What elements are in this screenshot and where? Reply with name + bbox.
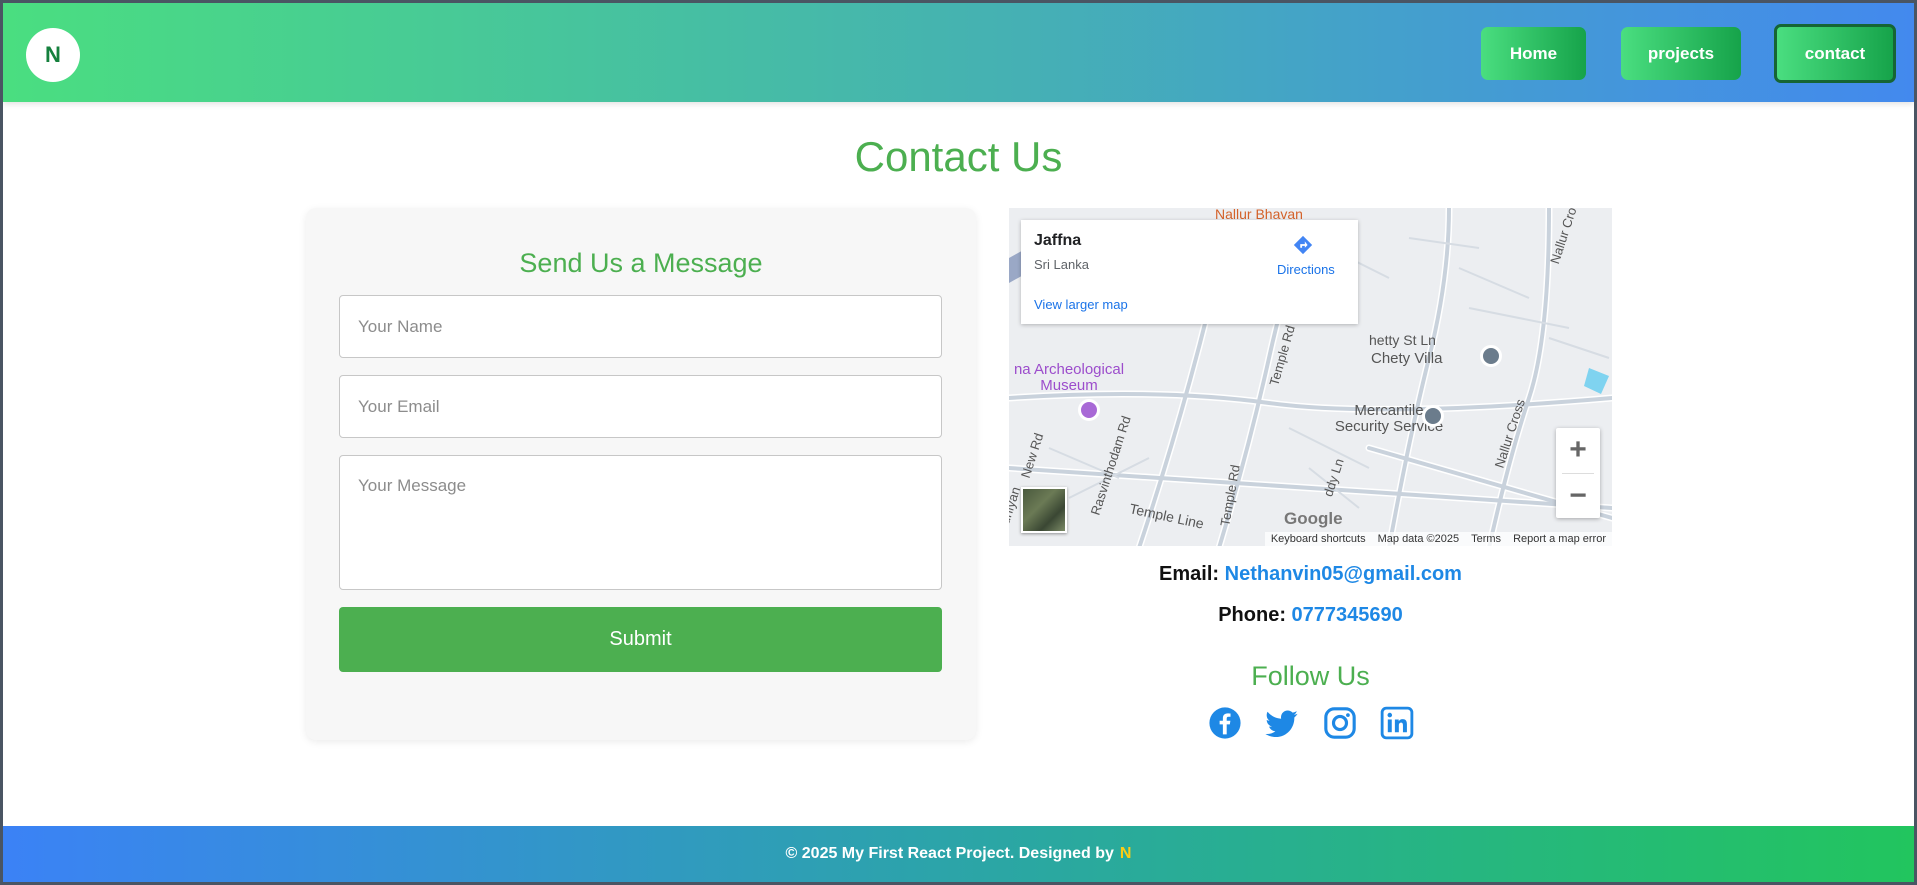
instagram-icon[interactable] [1323,706,1357,740]
email-link[interactable]: Nethanvin05@gmail.com [1225,563,1462,585]
zoom-out-button[interactable]: − [1556,474,1600,518]
phone-line: Phone: 0777345690 [1009,604,1612,627]
footer-text: © 2025 My First React Project. Designed … [785,845,1114,862]
map-attribution-bar: Keyboard shortcuts Map data ©2025 Terms … [1264,532,1612,546]
facebook-icon[interactable] [1208,706,1242,740]
nav-projects-button[interactable]: projects [1621,27,1741,80]
nav-home-button[interactable]: Home [1481,27,1586,80]
map-data-text: Map data ©2025 [1377,533,1460,545]
page-title: Contact Us [854,133,1063,180]
phone-link[interactable]: 0777345690 [1292,604,1403,626]
zoom-in-button[interactable]: + [1556,428,1600,472]
google-logo: Google [1284,509,1343,528]
linkedin-icon[interactable] [1380,706,1414,740]
page-footer: © 2025 My First React Project. Designed … [3,826,1914,882]
footer-brand: N [1119,845,1132,862]
google-map-embed[interactable]: Nallur Bhavan hetty St Ln Chety Villa na… [1009,208,1612,546]
report-map-error-link[interactable]: Report a map error [1513,533,1606,545]
nav-contact-button[interactable]: contact [1774,24,1896,83]
form-title: Send Us a Message [519,248,763,278]
directions-icon[interactable] [1292,234,1314,256]
map-label-chetty-st: hetty St Ln [1369,332,1436,348]
map-zoom-controls: + − [1556,428,1600,518]
twitter-icon[interactable] [1265,706,1299,740]
map-label-museum: na Archeological Museum [1013,361,1125,394]
satellite-toggle[interactable] [1021,487,1067,533]
contact-form-card: Send Us a Message Submit [306,208,976,740]
terms-link[interactable]: Terms [1471,533,1501,545]
map-info-card: Jaffna Sri Lanka View larger map Directi… [1021,220,1358,324]
place-pin-icon[interactable] [1480,345,1502,367]
page-frame: N Home projects contact Contact Us Send … [3,3,1914,882]
logo[interactable]: N [26,28,80,82]
email-input[interactable] [339,375,942,438]
follow-us-title: Follow Us [1251,661,1370,691]
name-input[interactable] [339,295,942,358]
map-country: Sri Lanka [1034,257,1089,272]
map-label-chety-villa: Chety Villa [1371,350,1443,367]
submit-button[interactable]: Submit [339,607,942,672]
navbar: N Home projects contact [3,3,1914,102]
directions-link[interactable]: Directions [1277,262,1335,277]
place-pin-icon[interactable] [1422,405,1444,427]
email-label: Email: [1159,563,1220,585]
message-textarea[interactable] [339,455,942,590]
map-city: Jaffna [1034,232,1082,249]
phone-label: Phone: [1218,604,1286,626]
view-larger-map-link[interactable]: View larger map [1034,297,1128,312]
keyboard-shortcuts-link[interactable]: Keyboard shortcuts [1271,533,1366,545]
museum-pin-icon[interactable] [1078,399,1100,421]
email-line: Email: Nethanvin05@gmail.com [1009,563,1612,586]
